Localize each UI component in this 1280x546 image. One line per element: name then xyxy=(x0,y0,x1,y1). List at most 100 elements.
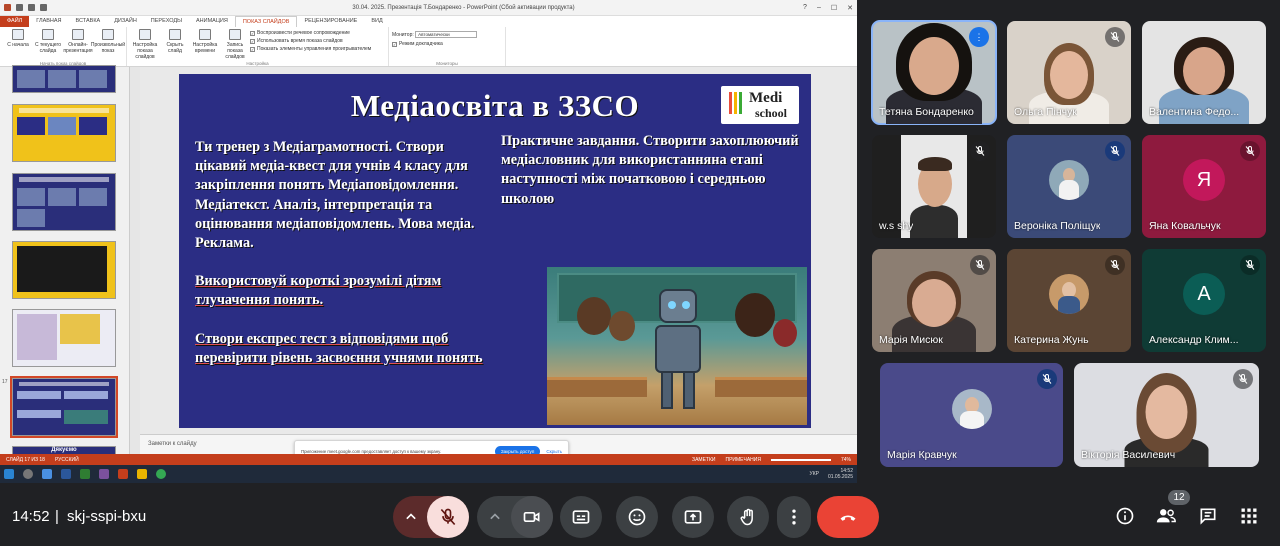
monitor-select[interactable]: Автоматически xyxy=(415,31,478,38)
people-button[interactable] xyxy=(1154,504,1178,528)
hide-slide-button[interactable]: Скрыть слайд xyxy=(160,29,190,64)
taskbar-clock[interactable]: 14:52 01.05.2025 xyxy=(828,468,853,480)
notes-toggle[interactable]: ЗАМЕТКИ xyxy=(692,457,715,463)
slide-thumbnail[interactable] xyxy=(12,309,116,367)
from-beginning-button[interactable]: С начала xyxy=(3,29,33,64)
slide-left-textbox[interactable]: Ти тренер з Медіаграмотності. Створи цік… xyxy=(195,138,490,387)
tab-design[interactable]: ДИЗАЙН xyxy=(107,16,144,27)
slide-editor[interactable]: Медіаосвіта в ЗЗСО Medi school Ти тренер… xyxy=(140,67,850,434)
participant-name: Марія Кравчук xyxy=(887,449,957,461)
participant-tile[interactable]: А Александр Клим... xyxy=(1142,249,1266,352)
meeting-code[interactable]: skj-sspi-bxu xyxy=(67,508,146,525)
participant-tile[interactable]: w.s shy xyxy=(872,135,996,238)
participant-tile[interactable]: Вікторія Василевич xyxy=(1074,363,1259,467)
checkbox-media-controls[interactable]: ✓ Показать элементы управления проигрыват… xyxy=(250,46,385,52)
checkbox-narration[interactable]: ✓ Воспроизвести речевое сопровождение xyxy=(250,30,385,36)
slide-thumbnail-current[interactable] xyxy=(10,376,118,438)
tab-transitions[interactable]: ПЕРЕХОДЫ xyxy=(144,16,189,27)
custom-show-button[interactable]: Произвольный показ xyxy=(91,29,125,64)
online-present-button[interactable]: Онлайн-презентация xyxy=(63,29,93,64)
from-current-button[interactable]: С текущего слайда xyxy=(33,29,63,64)
viber-icon[interactable] xyxy=(99,469,109,479)
mic-off-button[interactable] xyxy=(427,496,469,538)
tab-view[interactable]: ВИД xyxy=(364,16,389,27)
leave-call-button[interactable] xyxy=(817,496,879,538)
chrome-icon[interactable] xyxy=(156,469,166,479)
slide-right-textbox[interactable]: Практичне завдання. Створити захоплюючий… xyxy=(501,132,801,209)
muted-mic-icon xyxy=(970,141,990,161)
audio-options-button[interactable] xyxy=(393,496,429,538)
participant-name: Марія Мисюк xyxy=(879,334,943,346)
logo-bars-icon xyxy=(729,92,742,114)
taskbar-language[interactable]: УКР xyxy=(810,471,819,477)
meeting-info-button[interactable] xyxy=(1113,504,1137,528)
slide-thumbnail[interactable] xyxy=(12,104,116,162)
rehearse-timings-button[interactable]: Настройка времени xyxy=(190,29,220,64)
present-screen-button[interactable] xyxy=(672,496,714,538)
close-icon[interactable]: ✕ xyxy=(847,4,853,12)
slide-thumbnail[interactable] xyxy=(12,65,116,93)
participant-tile[interactable]: Вероніка Поліщук xyxy=(1007,135,1131,238)
participant-tile[interactable]: Марія Кравчук xyxy=(880,363,1063,467)
tab-home[interactable]: ГЛАВНАЯ xyxy=(29,16,68,27)
checkbox-icon: ✓ xyxy=(250,30,255,36)
language-indicator[interactable]: РУССКИЙ xyxy=(55,457,79,463)
edge-icon[interactable] xyxy=(42,469,52,479)
reactions-button[interactable] xyxy=(616,496,658,538)
undo-icon[interactable] xyxy=(28,4,35,11)
current-slide[interactable]: Медіаосвіта в ЗЗСО Medi school Ти тренер… xyxy=(179,74,811,428)
online-present-label: Онлайн-презентация xyxy=(63,42,93,54)
muted-mic-icon xyxy=(1105,27,1125,47)
chat-button[interactable] xyxy=(1196,504,1220,528)
redo-icon[interactable] xyxy=(40,4,47,11)
participant-name: w.s shy xyxy=(879,220,914,232)
meet-control-bar: 14:52 | skj-sspi-bxu xyxy=(0,486,1280,546)
tab-slideshow[interactable]: ПОКАЗ СЛАЙДОВ xyxy=(234,16,298,27)
participant-tile[interactable]: Марія Мисюк xyxy=(872,249,996,352)
participant-tile[interactable]: Валентина Федо... xyxy=(1142,21,1266,124)
powerpoint-icon[interactable] xyxy=(118,469,128,479)
video-options-button[interactable] xyxy=(477,496,513,538)
activities-button[interactable] xyxy=(1237,504,1261,528)
participant-tile[interactable]: ⋮ Тетяна Бондаренко xyxy=(871,20,997,125)
setup-show-button[interactable]: Настройка показа слайдов xyxy=(130,29,160,64)
comments-toggle[interactable]: ПРИМЕЧАНИЯ xyxy=(725,457,761,463)
start-icon[interactable] xyxy=(4,469,14,479)
tab-file[interactable]: ФАЙЛ xyxy=(0,16,30,27)
slide-thumbnails-pane[interactable]: 17 Дякуємо xyxy=(0,65,130,458)
muted-mic-icon xyxy=(1240,255,1260,275)
captions-button[interactable] xyxy=(560,496,602,538)
slide-thumbnail[interactable] xyxy=(12,241,116,299)
tab-animations[interactable]: АНИМАЦИЯ xyxy=(189,16,235,27)
folder-icon[interactable] xyxy=(137,469,147,479)
zoom-slider[interactable] xyxy=(770,458,831,461)
slide-thumbnail[interactable] xyxy=(12,173,116,231)
word-icon[interactable] xyxy=(61,469,71,479)
participant-tile[interactable]: Ольга Пінчук xyxy=(1007,21,1131,124)
ribbon-group-setup: Настройка показа слайдов Скрыть слайд На… xyxy=(127,27,389,66)
search-icon[interactable] xyxy=(23,469,33,479)
slide-title[interactable]: Медіаосвіта в ЗЗСО xyxy=(179,88,811,124)
thumb-title: Дякуємо xyxy=(51,447,77,453)
tab-insert[interactable]: ВСТАВКА xyxy=(69,16,108,27)
participant-tile[interactable]: Катерина Жунь xyxy=(1007,249,1131,352)
hide-slide-icon xyxy=(169,29,181,40)
hide-slide-label: Скрыть слайд xyxy=(166,42,184,54)
excel-icon[interactable] xyxy=(80,469,90,479)
robot-classroom-image[interactable] xyxy=(547,267,807,425)
save-icon[interactable] xyxy=(16,4,23,11)
hide-notification-link[interactable]: Скрыть xyxy=(546,449,562,454)
raise-hand-button[interactable] xyxy=(727,496,769,538)
tab-review[interactable]: РЕЦЕНЗИРОВАНИЕ xyxy=(297,16,364,27)
camera-button[interactable] xyxy=(511,496,553,538)
more-options-button[interactable] xyxy=(777,496,811,538)
maximize-icon[interactable]: ☐ xyxy=(831,4,837,12)
checkbox-timings[interactable]: ✓ Использовать время показа слайдов xyxy=(250,38,385,44)
zoom-level[interactable]: 74% xyxy=(841,457,851,463)
more-vert-icon xyxy=(792,509,796,525)
record-show-button[interactable]: Запись показа слайдов xyxy=(220,29,250,64)
participant-tile[interactable]: Я Яна Ковальчук xyxy=(1142,135,1266,238)
presenter-view-checkbox[interactable]: ✓ Режим докладчика xyxy=(392,41,502,47)
minimize-icon[interactable]: – xyxy=(817,4,821,12)
help-icon[interactable]: ? xyxy=(803,4,807,12)
